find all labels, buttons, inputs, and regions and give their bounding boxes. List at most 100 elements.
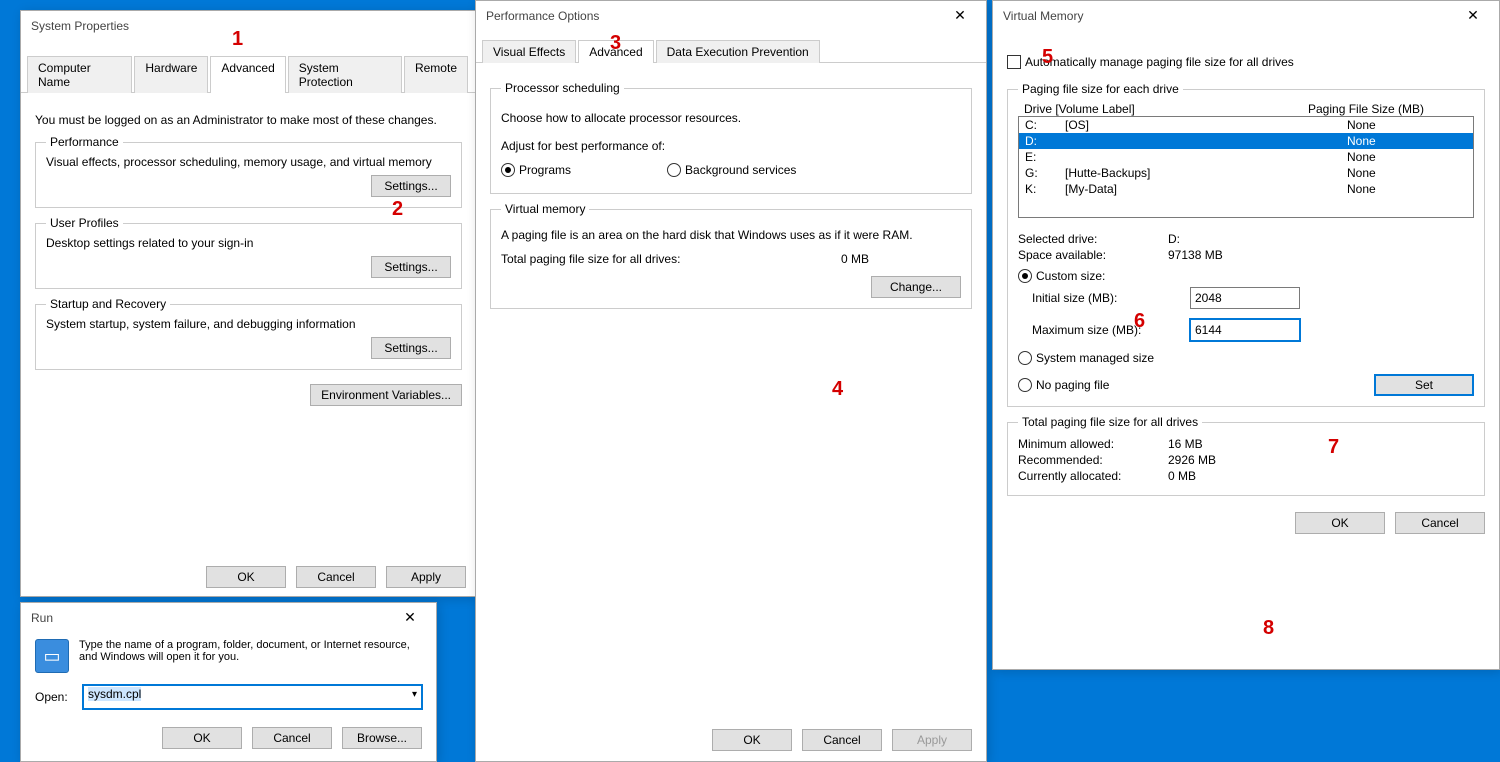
selected-drive-label: Selected drive:	[1018, 232, 1168, 246]
system-properties-window: System Properties Computer Name Hardware…	[20, 10, 477, 597]
drive-list[interactable]: C:[OS]NoneD:NoneE:NoneG:[Hutte-Backups]N…	[1018, 116, 1474, 218]
proc-legend: Processor scheduling	[501, 81, 624, 95]
radio-background-services[interactable]: Background services	[667, 163, 796, 177]
checkbox-icon	[1007, 55, 1021, 69]
radio-system-managed[interactable]: System managed size	[1018, 351, 1154, 365]
drive-row[interactable]: K:[My-Data]None	[1019, 181, 1473, 197]
maximum-size-label: Maximum size (MB):	[1032, 323, 1182, 337]
user-profiles-desc: Desktop settings related to your sign-in	[46, 236, 451, 250]
performance-desc: Visual effects, processor scheduling, me…	[46, 155, 451, 169]
startup-recovery-group: Startup and Recovery System startup, sys…	[35, 297, 462, 370]
radio-programs[interactable]: Programs	[501, 163, 571, 177]
vm-desc: A paging file is an area on the hard dis…	[501, 228, 961, 242]
user-profiles-settings-button[interactable]: Settings...	[371, 256, 451, 278]
auto-manage-checkbox[interactable]: Automatically manage paging file size fo…	[1007, 55, 1294, 69]
startup-recovery-settings-button[interactable]: Settings...	[371, 337, 451, 359]
sysprop-ok-button[interactable]: OK	[206, 566, 286, 588]
tab-hardware[interactable]: Hardware	[134, 56, 208, 93]
chevron-down-icon[interactable]: ▾	[412, 689, 417, 700]
vm-change-button[interactable]: Change...	[871, 276, 961, 298]
vmem-cancel-button[interactable]: Cancel	[1395, 512, 1485, 534]
sysprop-cancel-button[interactable]: Cancel	[296, 566, 376, 588]
radio-circle-icon	[667, 163, 681, 177]
tab-dep[interactable]: Data Execution Prevention	[656, 40, 820, 63]
radio-custom-size[interactable]: Custom size:	[1018, 269, 1105, 283]
open-combobox[interactable]: sysdm.cpl ▾	[83, 685, 422, 709]
maximum-size-input[interactable]	[1190, 319, 1300, 341]
radio-no-paging[interactable]: No paging file	[1018, 378, 1358, 392]
drive-row[interactable]: C:[OS]None	[1019, 117, 1473, 133]
user-profiles-group: User Profiles Desktop settings related t…	[35, 216, 462, 289]
recommended-label: Recommended:	[1018, 453, 1168, 467]
perfopt-title: Performance Options	[482, 9, 940, 23]
virtual-memory-window: Virtual Memory ✕ Automatically manage pa…	[992, 0, 1500, 670]
space-available-label: Space available:	[1018, 248, 1168, 262]
perfopt-apply-button[interactable]: Apply	[892, 729, 972, 751]
tab-visual-effects[interactable]: Visual Effects	[482, 40, 576, 63]
radio-circle-icon	[1018, 351, 1032, 365]
initial-size-input[interactable]	[1190, 287, 1300, 309]
perfopt-cancel-button[interactable]: Cancel	[802, 729, 882, 751]
currently-allocated-value: 0 MB	[1168, 469, 1196, 483]
tab-computer-name[interactable]: Computer Name	[27, 56, 132, 93]
run-window: Run ✕ ▭ Type the name of a program, fold…	[20, 602, 437, 762]
size-header: Paging File Size (MB)	[1308, 102, 1468, 116]
currently-allocated-label: Currently allocated:	[1018, 469, 1168, 483]
auto-manage-label: Automatically manage paging file size fo…	[1025, 55, 1294, 69]
vmem-ok-button[interactable]: OK	[1295, 512, 1385, 534]
vm-total-label: Total paging file size for all drives:	[501, 252, 841, 266]
run-icon: ▭	[35, 639, 69, 673]
proc-adjust-label: Adjust for best performance of:	[501, 139, 961, 153]
close-icon[interactable]: ✕	[390, 607, 430, 629]
tab-perf-advanced[interactable]: Advanced	[578, 40, 653, 63]
tab-remote[interactable]: Remote	[404, 56, 468, 93]
no-paging-label: No paging file	[1036, 378, 1109, 392]
min-allowed-value: 16 MB	[1168, 437, 1203, 451]
radio-dot-icon	[501, 163, 515, 177]
vmem-titlebar[interactable]: Virtual Memory ✕	[993, 1, 1499, 31]
sysprop-apply-button[interactable]: Apply	[386, 566, 466, 588]
drive-header: Drive [Volume Label]	[1024, 102, 1308, 116]
sysprop-title: System Properties	[27, 19, 470, 33]
radio-dot-icon	[1018, 269, 1032, 283]
startup-recovery-legend: Startup and Recovery	[46, 297, 170, 311]
recommended-value: 2926 MB	[1168, 453, 1216, 467]
total-paging-legend: Total paging file size for all drives	[1018, 415, 1202, 429]
drive-row[interactable]: E:None	[1019, 149, 1473, 165]
min-allowed-label: Minimum allowed:	[1018, 437, 1168, 451]
virtual-memory-group: Virtual memory A paging file is an area …	[490, 202, 972, 309]
sysprop-titlebar[interactable]: System Properties	[21, 11, 476, 41]
performance-options-window: Performance Options ✕ Visual Effects Adv…	[475, 0, 987, 762]
performance-settings-button[interactable]: Settings...	[371, 175, 451, 197]
perfopt-titlebar[interactable]: Performance Options ✕	[476, 1, 986, 31]
run-browse-button[interactable]: Browse...	[342, 727, 422, 749]
open-label: Open:	[35, 690, 75, 704]
perfopt-tabs: Visual Effects Advanced Data Execution P…	[476, 39, 986, 63]
vm-legend: Virtual memory	[501, 202, 589, 216]
perfopt-ok-button[interactable]: OK	[712, 729, 792, 751]
user-profiles-legend: User Profiles	[46, 216, 123, 230]
vmem-title: Virtual Memory	[999, 9, 1453, 23]
run-cancel-button[interactable]: Cancel	[252, 727, 332, 749]
close-icon[interactable]: ✕	[1453, 5, 1493, 27]
paging-drive-group: Paging file size for each drive Drive [V…	[1007, 82, 1485, 407]
initial-size-label: Initial size (MB):	[1032, 291, 1182, 305]
run-titlebar[interactable]: Run ✕	[21, 603, 436, 633]
run-desc: Type the name of a program, folder, docu…	[79, 639, 422, 673]
close-icon[interactable]: ✕	[940, 5, 980, 27]
open-value: sysdm.cpl	[88, 687, 141, 701]
tab-system-protection[interactable]: System Protection	[288, 56, 402, 93]
sysprop-tabs: Computer Name Hardware Advanced System P…	[21, 55, 476, 93]
performance-group: Performance Visual effects, processor sc…	[35, 135, 462, 208]
drive-row[interactable]: D:None	[1019, 133, 1473, 149]
paging-legend: Paging file size for each drive	[1018, 82, 1183, 96]
run-ok-button[interactable]: OK	[162, 727, 242, 749]
set-button[interactable]: Set	[1374, 374, 1474, 396]
system-managed-label: System managed size	[1036, 351, 1154, 365]
vm-total-value: 0 MB	[841, 252, 961, 266]
tab-advanced[interactable]: Advanced	[210, 56, 285, 93]
drive-row[interactable]: G:[Hutte-Backups]None	[1019, 165, 1473, 181]
processor-scheduling-group: Processor scheduling Choose how to alloc…	[490, 81, 972, 194]
run-title: Run	[27, 611, 390, 625]
env-variables-button[interactable]: Environment Variables...	[310, 384, 462, 406]
